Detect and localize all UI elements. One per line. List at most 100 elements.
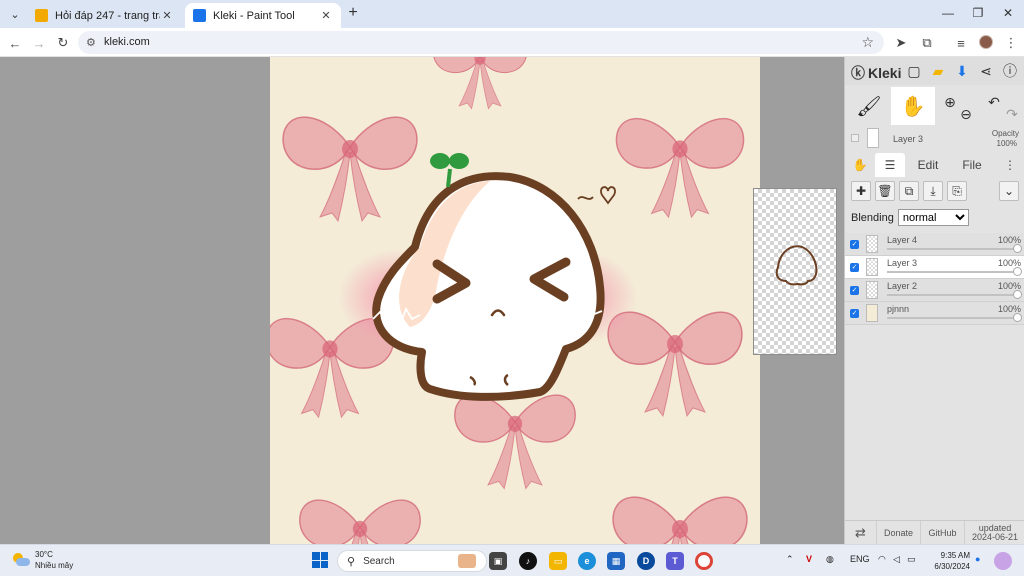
notification-bell-icon[interactable]: ● (975, 554, 980, 564)
sprout-leaf (449, 153, 469, 169)
language-indicator[interactable]: ENG (850, 554, 870, 564)
tab-hand[interactable]: ✋ (847, 153, 873, 177)
opacity-slider[interactable] (887, 248, 1019, 250)
volume-icon[interactable]: ◁ (893, 554, 900, 565)
redo-icon[interactable]: ↷ (1003, 105, 1021, 123)
layer-thumb (866, 258, 878, 276)
close-icon[interactable]: ✕ (319, 9, 333, 22)
new-tab-button[interactable]: + (345, 5, 361, 21)
opacity-slider-knob[interactable] (1013, 313, 1022, 322)
close-icon[interactable]: ✕ (160, 9, 174, 22)
profile-avatar[interactable] (979, 35, 993, 49)
merge-icon: ⤓ (930, 183, 936, 198)
address-bar[interactable]: ⚙ kleki.com ☆ (78, 31, 884, 54)
file-explorer-icon[interactable]: ▭ (549, 552, 567, 570)
menu-kebab-icon[interactable]: ⋮ (1002, 34, 1020, 52)
merge-layer-button[interactable]: ⤓ (923, 181, 943, 201)
chrome-icon[interactable] (695, 552, 713, 570)
donate-link[interactable]: Donate (877, 521, 921, 545)
github-link[interactable]: GitHub (921, 521, 965, 545)
task-view-icon[interactable]: ▣ (489, 552, 507, 570)
copilot-icon[interactable] (994, 552, 1012, 570)
download-icon[interactable]: ⬇ (953, 62, 971, 80)
browser-tab-kleki[interactable]: Kleki - Paint Tool ✕ (185, 3, 341, 28)
visibility-checkbox[interactable]: ✓ (850, 309, 859, 318)
weather-temp: 30°C (35, 550, 53, 559)
layer-thumb (866, 235, 878, 253)
store-icon[interactable]: ▦ (607, 552, 625, 570)
new-image-icon[interactable]: ▢ (905, 62, 923, 80)
minimize-icon[interactable]: — (936, 4, 960, 22)
open-folder-icon[interactable]: ▰ (929, 62, 947, 80)
browser-tab-hoidap[interactable]: Hỏi đáp 247 - trang tra loi ✕ (27, 3, 182, 28)
tab-file[interactable]: File (953, 153, 991, 177)
dell-icon[interactable]: D (637, 552, 655, 570)
layer-row-layer-3[interactable]: ✓ Layer 3 100% (845, 256, 1024, 279)
tab-title: Hỏi đáp 247 - trang tra loi (55, 9, 160, 22)
swap-side-icon[interactable]: ⇄ (845, 521, 877, 545)
drawing-canvas[interactable] (270, 57, 760, 544)
layer-row-pjnnn[interactable]: ✓ pjnnn 100% (845, 302, 1024, 325)
battery-icon[interactable]: ▭ (907, 554, 916, 565)
delete-layer-button[interactable]: 🗑 (875, 181, 895, 201)
visibility-checkbox[interactable]: ✓ (850, 286, 859, 295)
kleki-logo-icon: ⓚ (851, 65, 865, 81)
weather-widget[interactable]: 30°C Nhiều mây (12, 549, 73, 571)
help-icon[interactable]: ⓘ (1001, 62, 1019, 80)
window-close-icon[interactable]: ✕ (996, 4, 1020, 22)
reload-icon[interactable]: ↻ (54, 34, 72, 52)
hoidap-favicon-icon (35, 9, 48, 22)
show-hidden-icons-chevron-icon[interactable]: ⌃ (786, 554, 794, 565)
opacity-slider-knob[interactable] (1013, 267, 1022, 276)
tilde-doodle (577, 196, 594, 200)
tab-edit[interactable]: Edit (909, 153, 947, 177)
opacity-slider[interactable] (887, 271, 1019, 273)
opacity-slider-knob[interactable] (1013, 244, 1022, 253)
antivirus-tray-icon[interactable]: V (806, 554, 812, 564)
hand-tool-button[interactable]: ✋ (891, 87, 935, 125)
undo-icon[interactable]: ↶ (985, 93, 1003, 111)
layer-menu-button[interactable]: ⌄ (999, 181, 1019, 201)
layer-lock-checkbox[interactable] (851, 134, 859, 142)
blending-select[interactable]: normal (897, 209, 969, 226)
canvas-preview[interactable] (753, 188, 837, 355)
wifi-icon[interactable]: ◠ (878, 554, 886, 565)
bookmark-star-icon[interactable]: ☆ (861, 34, 874, 51)
layer-row-layer-2[interactable]: ✓ Layer 2 100% (845, 279, 1024, 302)
share-icon[interactable]: ⋖ (977, 62, 995, 80)
brush-tool-button[interactable]: 🖌 (847, 87, 891, 125)
opacity-slider[interactable] (887, 317, 1019, 319)
kleki-logo[interactable]: ⓚ Kleki (851, 63, 901, 83)
tab-layers[interactable]: ☰ (875, 153, 905, 177)
restore-icon[interactable]: ❐ (966, 4, 990, 22)
layer-thumb (866, 281, 878, 299)
opacity-slider[interactable] (887, 294, 1019, 296)
system-clock[interactable]: 9:35 AM 6/30/2024 (930, 550, 970, 572)
tab-search-button[interactable]: ⌄ (6, 5, 24, 23)
back-arrow-icon[interactable]: ← (6, 34, 24, 52)
rename-layer-button[interactable]: ⎘ (947, 181, 967, 201)
cursor-extension-icon[interactable]: ➤ (892, 34, 910, 52)
windows-start-icon[interactable] (312, 552, 328, 568)
teams-icon[interactable]: T (666, 552, 684, 570)
add-layer-button[interactable]: ✚ (851, 181, 871, 201)
duplicate-layer-button[interactable]: ⧉ (899, 181, 919, 201)
url-text: kleki.com (104, 36, 150, 48)
forward-arrow-icon[interactable]: → (30, 34, 48, 52)
extensions-icon[interactable]: ⧉ (918, 34, 936, 52)
opacity-slider-knob[interactable] (1013, 290, 1022, 299)
updated-info[interactable]: updated 2024-06-21 (965, 521, 1024, 545)
network-app-tray-icon[interactable]: ◍ (826, 554, 834, 565)
visibility-checkbox[interactable]: ✓ (850, 240, 859, 249)
visibility-checkbox[interactable]: ✓ (850, 263, 859, 272)
taskbar-search-box[interactable]: ⚲ Search (337, 550, 487, 572)
panel-tabs: ✋ ☰ Edit File ⋮ (845, 153, 1024, 177)
layer-row-layer-4[interactable]: ✓ Layer 4 100% (845, 233, 1024, 256)
site-info-icon[interactable]: ⚙ (86, 36, 96, 49)
more-kebab-icon[interactable]: ⋮ (1001, 153, 1019, 177)
edge-icon[interactable]: e (578, 552, 596, 570)
zoom-out-icon[interactable]: ⊖ (957, 105, 975, 123)
media-control-icon[interactable]: ≡ (952, 34, 970, 52)
tiktok-icon[interactable]: ♪ (519, 552, 537, 570)
rename-icon: ⎘ (952, 183, 962, 198)
